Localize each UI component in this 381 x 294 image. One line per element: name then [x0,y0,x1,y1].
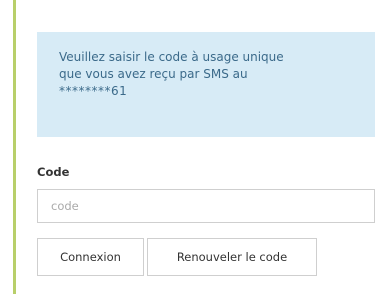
otp-panel: Veuillez saisir le code à usage unique q… [13,0,381,294]
otp-info-message: Veuillez saisir le code à usage unique q… [37,32,375,137]
code-input[interactable] [37,189,375,223]
info-message-line-1: Veuillez saisir le code à usage unique [59,50,284,64]
masked-phone-number: ********61 [59,84,128,98]
renew-code-button[interactable]: Renouveler le code [147,238,317,276]
login-button[interactable]: Connexion [37,238,144,276]
code-field-label: Code [37,165,70,179]
info-message-line-2: que vous avez reçu par SMS au [59,67,248,81]
